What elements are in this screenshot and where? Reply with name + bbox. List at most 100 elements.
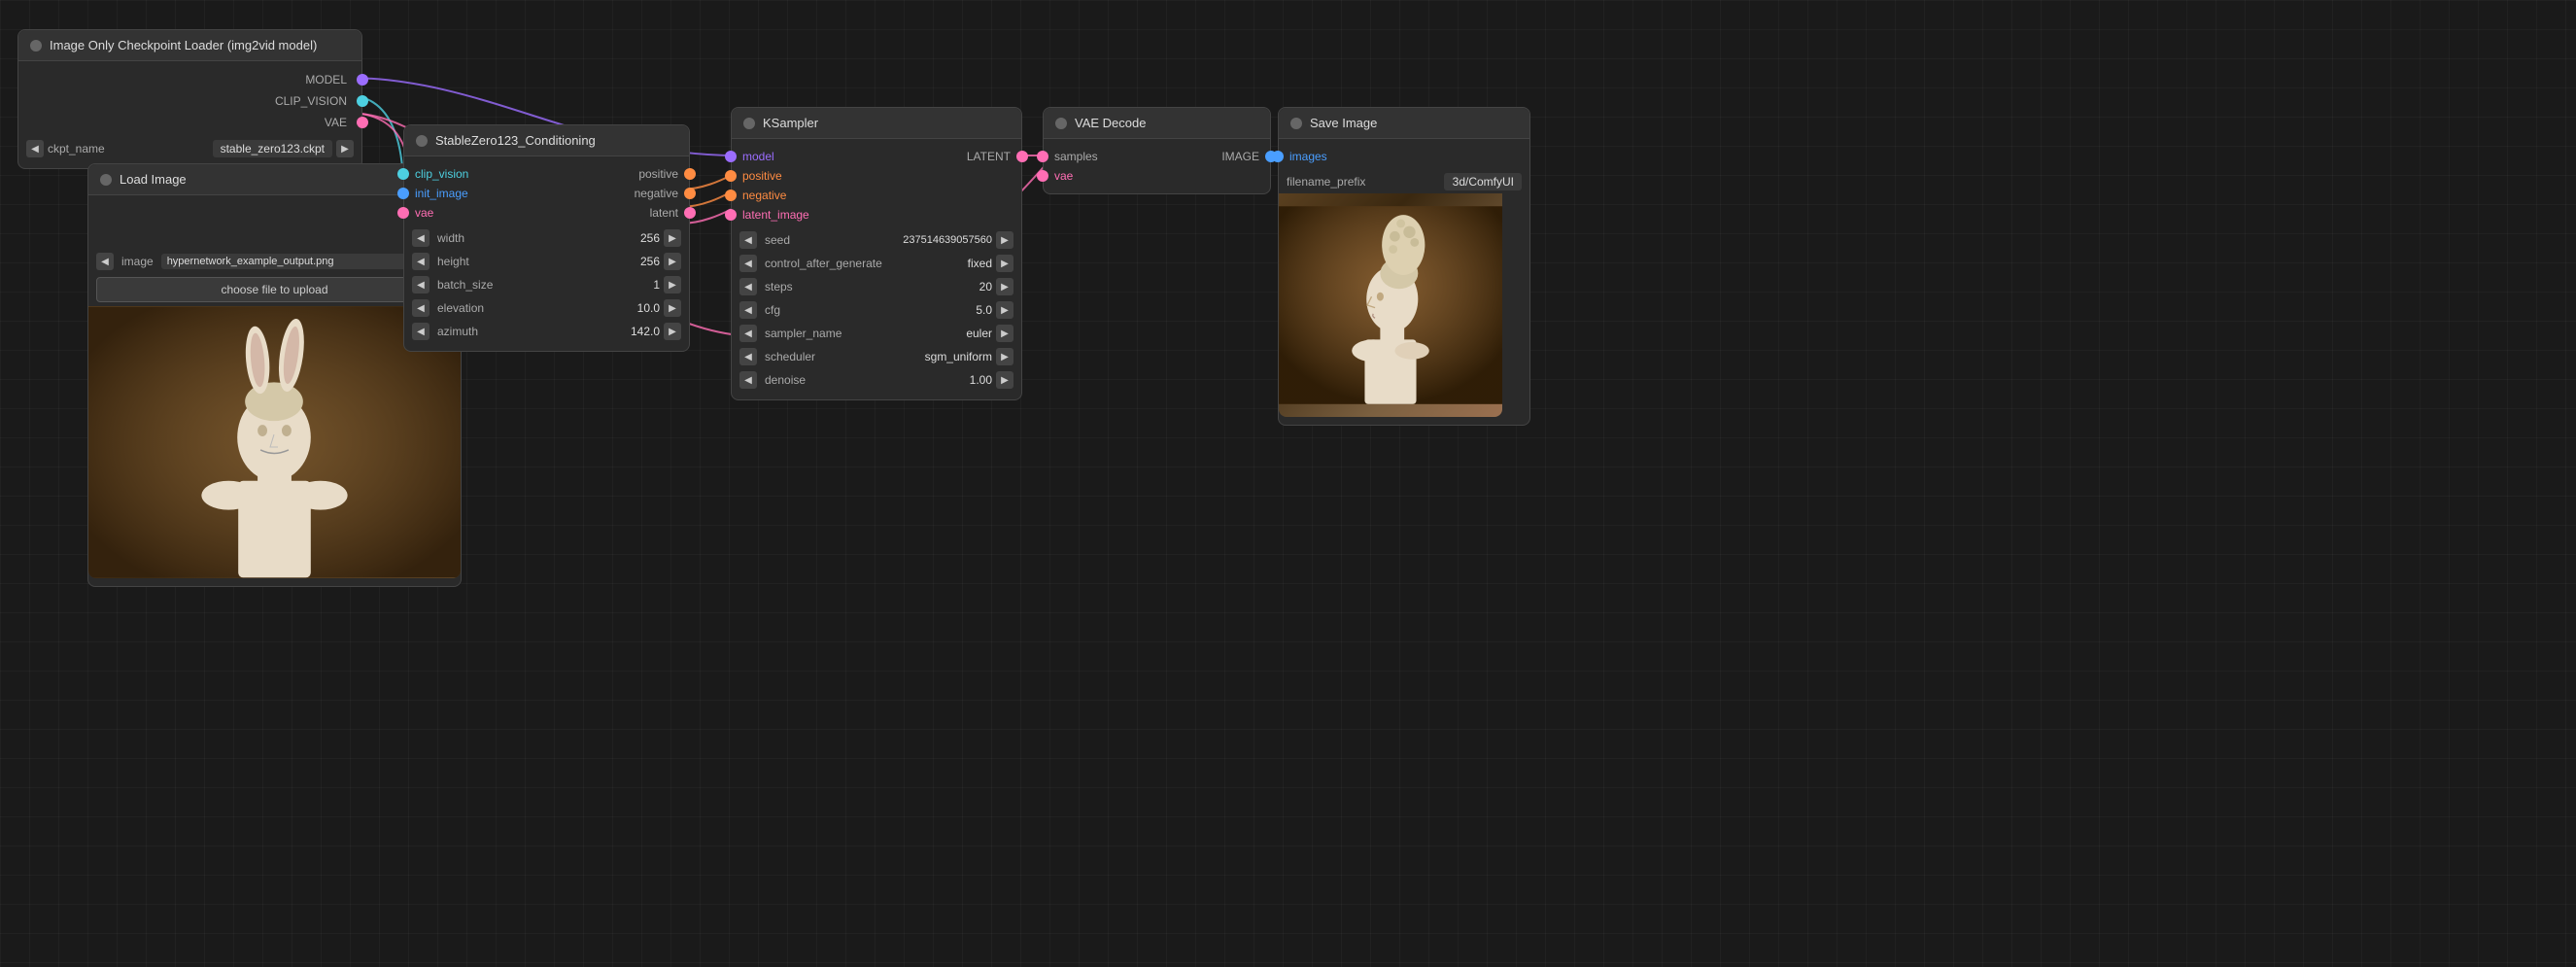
ckpt-name-row: ◀ ckpt_name stable_zero123.ckpt ▶ [18, 137, 361, 160]
ckpt-next-btn[interactable]: ▶ [336, 140, 354, 157]
images-in-row: images [1279, 147, 1529, 166]
model-in-row: model LATENT [732, 147, 1021, 166]
steps-prev-btn[interactable]: ◀ [739, 278, 757, 295]
sampler-next-btn[interactable]: ▶ [996, 325, 1013, 342]
latent-out-ksampler-label: LATENT [967, 150, 1016, 163]
azimuth-label: azimuth [433, 325, 617, 338]
steps-row: ◀ steps 20 ▶ [732, 275, 1021, 298]
cfg-next-btn[interactable]: ▶ [996, 301, 1013, 319]
control-after-row: ◀ control_after_generate fixed ▶ [732, 252, 1021, 275]
elevation-row: ◀ elevation 10.0 ▶ [404, 296, 689, 320]
clip-vision-in-port[interactable] [397, 168, 409, 180]
azimuth-value: 142.0 [621, 325, 660, 338]
latent-out-label: latent [650, 206, 684, 220]
negative-in-port[interactable] [725, 190, 737, 201]
upload-button[interactable]: choose file to upload [96, 277, 453, 302]
positive-out-port[interactable] [684, 168, 696, 180]
cfg-value: 5.0 [953, 303, 992, 317]
filename-prefix-label: filename_prefix [1287, 175, 1440, 189]
ksampler-title: KSampler [763, 116, 818, 130]
checkpoint-loader-node: Image Only Checkpoint Loader (img2vid mo… [17, 29, 362, 169]
seed-label: seed [761, 233, 862, 247]
scheduler-prev-btn[interactable]: ◀ [739, 348, 757, 365]
batch-size-row: ◀ batch_size 1 ▶ [404, 273, 689, 296]
height-label: height [433, 255, 617, 268]
elevation-next-btn[interactable]: ▶ [664, 299, 681, 317]
image-field-label: image [118, 255, 157, 268]
height-row: ◀ height 256 ▶ [404, 250, 689, 273]
cfg-row: ◀ cfg 5.0 ▶ [732, 298, 1021, 322]
denoise-next-btn[interactable]: ▶ [996, 371, 1013, 389]
stable-zero-header: StableZero123_Conditioning [404, 125, 689, 156]
height-value: 256 [621, 255, 660, 268]
load-image-title: Load Image [120, 172, 187, 187]
image-prev-btn[interactable]: ◀ [96, 253, 114, 270]
azimuth-next-btn[interactable]: ▶ [664, 323, 681, 340]
negative-out-port[interactable] [684, 188, 696, 199]
denoise-label: denoise [761, 373, 949, 387]
positive-out-label: positive [638, 167, 684, 181]
sampler-prev-btn[interactable]: ◀ [739, 325, 757, 342]
vae-output-port[interactable] [357, 117, 368, 128]
vae-decode-dot [1055, 118, 1067, 129]
samples-in-port[interactable] [1037, 151, 1048, 162]
control-prev-btn[interactable]: ◀ [739, 255, 757, 272]
width-label: width [433, 231, 617, 245]
image-file-value: hypernetwork_example_output.png [161, 254, 431, 269]
control-next-btn[interactable]: ▶ [996, 255, 1013, 272]
batch-next-btn[interactable]: ▶ [664, 276, 681, 294]
seed-next-btn[interactable]: ▶ [996, 231, 1013, 249]
height-next-btn[interactable]: ▶ [664, 253, 681, 270]
images-in-port[interactable] [1272, 151, 1284, 162]
clip-vision-output-port[interactable] [357, 95, 368, 107]
width-prev-btn[interactable]: ◀ [412, 229, 429, 247]
sampler-name-row: ◀ sampler_name euler ▶ [732, 322, 1021, 345]
filename-prefix-value[interactable]: 3d/ComfyUI [1444, 173, 1522, 190]
scheduler-row: ◀ scheduler sgm_uniform ▶ [732, 345, 1021, 368]
samples-in-row: samples IMAGE [1044, 147, 1270, 166]
scheduler-next-btn[interactable]: ▶ [996, 348, 1013, 365]
elevation-value: 10.0 [621, 301, 660, 315]
load-image-dot [100, 174, 112, 186]
model-output-port[interactable] [357, 74, 368, 86]
batch-prev-btn[interactable]: ◀ [412, 276, 429, 294]
clip-vision-output-row: CLIP_VISION [18, 90, 361, 112]
stable-zero-node: StableZero123_Conditioning clip_vision p… [403, 124, 690, 352]
checkpoint-loader-header: Image Only Checkpoint Loader (img2vid mo… [18, 30, 361, 61]
save-image-body: images filename_prefix 3d/ComfyUI [1279, 139, 1529, 425]
scheduler-label: scheduler [761, 350, 921, 363]
vae-in-port[interactable] [397, 207, 409, 219]
model-output-row: MODEL [18, 69, 361, 90]
azimuth-row: ◀ azimuth 142.0 ▶ [404, 320, 689, 343]
latent-image-in-port[interactable] [725, 209, 737, 221]
width-next-btn[interactable]: ▶ [664, 229, 681, 247]
width-row: ◀ width 256 ▶ [404, 226, 689, 250]
latent-out-ksampler-port[interactable] [1016, 151, 1028, 162]
vae-output-row: VAE [18, 112, 361, 133]
vae-in-row: vae latent [404, 203, 689, 223]
elevation-prev-btn[interactable]: ◀ [412, 299, 429, 317]
cfg-prev-btn[interactable]: ◀ [739, 301, 757, 319]
init-image-in-port[interactable] [397, 188, 409, 199]
vae-in-vae-port[interactable] [1037, 170, 1048, 182]
latent-out-port[interactable] [684, 207, 696, 219]
ksampler-header: KSampler [732, 108, 1021, 139]
checkpoint-loader-dot [30, 40, 42, 52]
denoise-row: ◀ denoise 1.00 ▶ [732, 368, 1021, 392]
clip-vision-in-label: clip_vision [409, 167, 638, 181]
azimuth-prev-btn[interactable]: ◀ [412, 323, 429, 340]
denoise-prev-btn[interactable]: ◀ [739, 371, 757, 389]
checkpoint-loader-body: MODEL CLIP_VISION VAE ◀ ckpt_name stable… [18, 61, 361, 168]
save-image-dot [1290, 118, 1302, 129]
sampler-name-value: euler [953, 327, 992, 340]
height-prev-btn[interactable]: ◀ [412, 253, 429, 270]
model-in-port[interactable] [725, 151, 737, 162]
seed-prev-btn[interactable]: ◀ [739, 231, 757, 249]
vae-decode-body: samples IMAGE vae [1044, 139, 1270, 193]
steps-next-btn[interactable]: ▶ [996, 278, 1013, 295]
negative-in-label: negative [737, 189, 1021, 202]
stable-zero-dot [416, 135, 428, 147]
ckpt-prev-btn[interactable]: ◀ [26, 140, 44, 157]
positive-in-port[interactable] [725, 170, 737, 182]
vae-output-label: VAE [325, 116, 353, 129]
